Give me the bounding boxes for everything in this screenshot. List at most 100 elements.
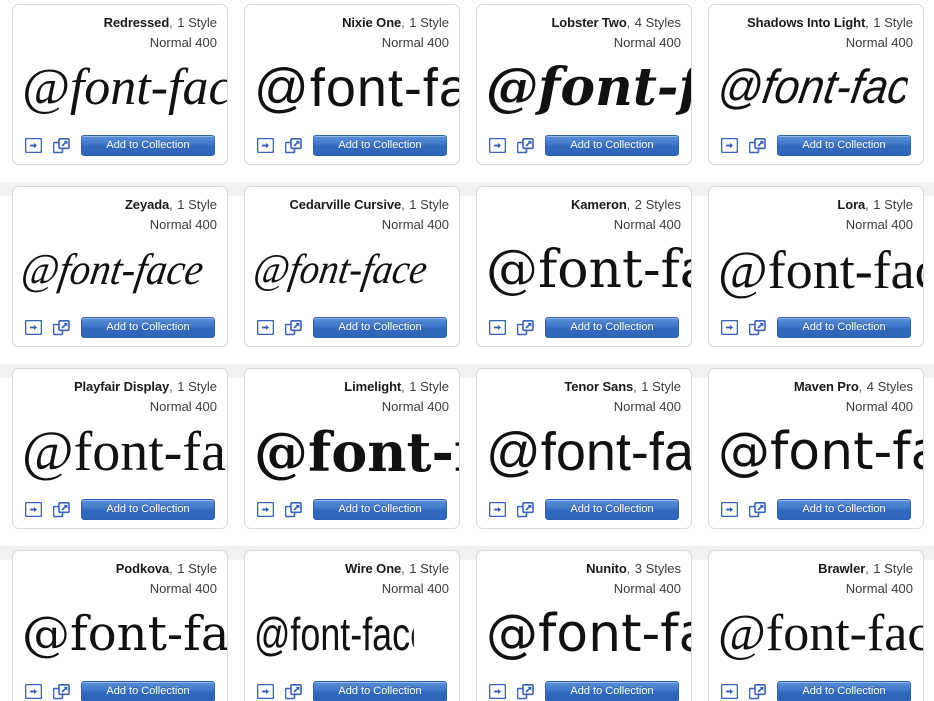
font-weight-label: Normal 400 xyxy=(613,217,681,233)
font-card[interactable]: Wire One, 1 Style Normal 400 @font-face Add… xyxy=(244,550,460,701)
preview-arrow-icon xyxy=(488,501,507,517)
add-to-collection-button[interactable]: Add to Collection xyxy=(313,316,447,338)
preview-button[interactable] xyxy=(256,137,275,153)
popout-button[interactable] xyxy=(52,683,70,699)
popout-button[interactable] xyxy=(516,501,534,517)
font-card[interactable]: Podkova, 1 Style Normal 400 @font-face Add … xyxy=(12,550,228,701)
popout-button[interactable] xyxy=(748,137,766,153)
font-name-separator: , xyxy=(865,197,869,212)
add-to-collection-button[interactable]: Add to Collection xyxy=(545,316,679,338)
font-style-count: 1 Style xyxy=(873,197,913,212)
preview-arrow-icon xyxy=(24,501,43,517)
font-weight-label: Normal 400 xyxy=(613,35,681,51)
popout-button[interactable] xyxy=(516,319,534,335)
preview-button[interactable] xyxy=(256,683,275,699)
popout-button[interactable] xyxy=(748,319,766,335)
popout-button[interactable] xyxy=(284,501,302,517)
font-card-header: Maven Pro, 4 Styles Normal 400 xyxy=(717,376,913,415)
preview-arrow-icon xyxy=(256,319,275,335)
preview-button[interactable] xyxy=(488,319,507,335)
add-to-collection-button[interactable]: Add to Collection xyxy=(545,134,679,156)
font-card[interactable]: Tenor Sans, 1 Style Normal 400 @font-face A… xyxy=(476,368,692,529)
font-card[interactable]: Zeyada, 1 Style Normal 400 @font-face Add t… xyxy=(12,186,228,347)
font-card-footer: Add to Collection xyxy=(709,498,923,520)
preview-arrow-icon xyxy=(488,683,507,699)
font-card-footer: Add to Collection xyxy=(13,680,227,701)
font-style-count: 4 Styles xyxy=(866,379,913,394)
add-to-collection-button[interactable]: Add to Collection xyxy=(777,498,911,520)
popout-button[interactable] xyxy=(516,137,534,153)
font-card-header: Kameron, 2 Styles Normal 400 xyxy=(485,194,681,233)
popout-button[interactable] xyxy=(52,137,70,153)
popout-button[interactable] xyxy=(516,683,534,699)
preview-button[interactable] xyxy=(488,683,507,699)
font-card[interactable]: Limelight, 1 Style Normal 400 @font-face Ad… xyxy=(244,368,460,529)
popout-button[interactable] xyxy=(284,683,302,699)
font-name-separator: , xyxy=(401,15,405,30)
add-to-collection-button[interactable]: Add to Collection xyxy=(81,134,215,156)
font-card-header: Brawler, 1 Style Normal 400 xyxy=(717,558,913,597)
popout-windows-icon xyxy=(748,501,766,517)
preview-arrow-icon xyxy=(488,319,507,335)
popout-button[interactable] xyxy=(284,137,302,153)
popout-button[interactable] xyxy=(52,319,70,335)
preview-button[interactable] xyxy=(720,683,739,699)
font-card[interactable]: Lobster Two, 4 Styles Normal 400 @font-fac… xyxy=(476,4,692,165)
preview-button[interactable] xyxy=(488,501,507,517)
font-name: Wire One xyxy=(345,561,402,576)
font-name-separator: , xyxy=(865,561,869,576)
add-to-collection-button[interactable]: Add to Collection xyxy=(81,498,215,520)
font-weight-label: Normal 400 xyxy=(845,217,913,233)
preview-button[interactable] xyxy=(720,319,739,335)
add-to-collection-button[interactable]: Add to Collection xyxy=(313,498,447,520)
popout-button[interactable] xyxy=(284,319,302,335)
font-weight-label: Normal 400 xyxy=(381,581,449,597)
font-card[interactable]: Nixie One, 1 Style Normal 400 @font-face Ad… xyxy=(244,4,460,165)
font-name: Cedarville Cursive xyxy=(289,197,402,212)
font-weight-label: Normal 400 xyxy=(149,581,217,597)
font-card-footer: Add to Collection xyxy=(245,498,459,520)
preview-button[interactable] xyxy=(24,683,43,699)
font-style-count: 1 Style xyxy=(409,197,449,212)
preview-button[interactable] xyxy=(488,137,507,153)
font-card[interactable]: Nunito, 3 Styles Normal 400 @font-face Add … xyxy=(476,550,692,701)
add-to-collection-button[interactable]: Add to Collection xyxy=(81,316,215,338)
font-card[interactable]: Brawler, 1 Style Normal 400 @font-face Add … xyxy=(708,550,924,701)
popout-windows-icon xyxy=(52,683,70,699)
add-to-collection-button[interactable]: Add to Collection xyxy=(81,680,215,701)
preview-button[interactable] xyxy=(256,501,275,517)
font-name: Podkova xyxy=(115,561,170,576)
preview-button[interactable] xyxy=(256,319,275,335)
add-to-collection-button[interactable]: Add to Collection xyxy=(313,680,447,701)
preview-button[interactable] xyxy=(24,319,43,335)
font-card-header: Podkova, 1 Style Normal 400 xyxy=(21,558,217,597)
font-card[interactable]: Cedarville Cursive, 1 Style Normal 400 @fo… xyxy=(244,186,460,347)
preview-button[interactable] xyxy=(24,501,43,517)
add-to-collection-button[interactable]: Add to Collection xyxy=(777,316,911,338)
font-card[interactable]: Kameron, 2 Styles Normal 400 @font-face Add… xyxy=(476,186,692,347)
add-to-collection-button[interactable]: Add to Collection xyxy=(777,680,911,701)
font-name-separator: , xyxy=(401,561,405,576)
add-to-collection-button[interactable]: Add to Collection xyxy=(777,134,911,156)
font-card-footer: Add to Collection xyxy=(477,316,691,338)
popout-button[interactable] xyxy=(52,501,70,517)
popout-windows-icon xyxy=(748,319,766,335)
add-to-collection-button[interactable]: Add to Collection xyxy=(313,134,447,156)
font-card[interactable]: Lora, 1 Style Normal 400 @font-face Add to … xyxy=(708,186,924,347)
font-card-header: Shadows Into Light, 1 Style Normal 400 xyxy=(717,12,913,51)
font-name: Limelight xyxy=(344,379,402,394)
popout-button[interactable] xyxy=(748,683,766,699)
add-to-collection-button[interactable]: Add to Collection xyxy=(545,498,679,520)
add-to-collection-button[interactable]: Add to Collection xyxy=(545,680,679,701)
popout-button[interactable] xyxy=(748,501,766,517)
preview-button[interactable] xyxy=(720,137,739,153)
font-weight-label: Normal 400 xyxy=(613,399,681,415)
preview-button[interactable] xyxy=(24,137,43,153)
font-card[interactable]: Maven Pro, 4 Styles Normal 400 @font-face A… xyxy=(708,368,924,529)
font-card[interactable]: Redressed, 1 Style Normal 400 @font-face Ad… xyxy=(12,4,228,165)
font-card[interactable]: Shadows Into Light, 1 Style Normal 400 @fo… xyxy=(708,4,924,165)
font-name-separator: , xyxy=(626,15,631,30)
preview-button[interactable] xyxy=(720,501,739,517)
font-name-separator: , xyxy=(169,561,173,576)
font-card[interactable]: Playfair Display, 1 Style Normal 400 @font… xyxy=(12,368,228,529)
